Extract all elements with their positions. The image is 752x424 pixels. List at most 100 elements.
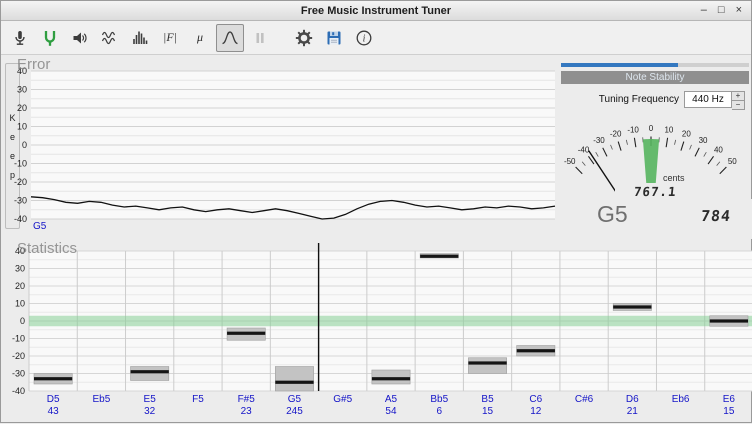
stat-note-label: C6	[512, 394, 560, 405]
gaussian-button[interactable]	[216, 24, 244, 52]
svg-text:-10: -10	[12, 334, 25, 344]
fft-button[interactable]: |F|	[156, 24, 184, 52]
stat-note-count: 21	[608, 406, 656, 417]
svg-text:10: 10	[664, 125, 673, 134]
cents-unit-label: cents	[663, 173, 685, 183]
stat-note-count: 54	[367, 406, 415, 417]
window-title: Free Music Instrument Tuner	[301, 5, 451, 17]
window-controls: – □ ×	[701, 1, 742, 20]
svg-text:-30: -30	[12, 369, 25, 379]
note-stability-header: Note Stability	[561, 71, 749, 84]
stat-note-label: F5	[174, 394, 222, 405]
tuning-frequency-spinbox[interactable]: 440 Hz + −	[684, 91, 745, 108]
svg-text:30: 30	[15, 264, 25, 274]
microphone-icon	[11, 29, 29, 47]
histogram-icon	[131, 29, 149, 47]
error-note-label: G5	[33, 221, 46, 232]
svg-text:20: 20	[15, 281, 25, 291]
settings-button[interactable]	[290, 24, 318, 52]
svg-text:-10: -10	[627, 125, 639, 134]
svg-text:20: 20	[682, 129, 691, 138]
stat-note-label: A5	[367, 394, 415, 405]
svg-text:50: 50	[728, 157, 737, 166]
svg-text:-20: -20	[14, 177, 27, 187]
stat-note-label: E6	[705, 394, 752, 405]
speaker-icon	[71, 29, 89, 47]
stat-note-label: E5	[126, 394, 174, 405]
save-button[interactable]	[320, 24, 348, 52]
stat-note-label: G#5	[319, 394, 367, 405]
error-title: Error	[17, 56, 50, 73]
svg-text:-20: -20	[610, 129, 622, 138]
settings-icon	[295, 29, 313, 47]
speaker-button[interactable]	[66, 24, 94, 52]
svg-text:0: 0	[20, 316, 25, 326]
statistics-title: Statistics	[17, 240, 77, 257]
svg-text:-10: -10	[14, 159, 27, 169]
svg-text:-30: -30	[593, 136, 605, 145]
stability-progress-fill	[561, 63, 678, 67]
close-button[interactable]: ×	[736, 5, 742, 16]
maximize-button[interactable]: □	[718, 5, 725, 16]
stat-note-label: Eb5	[77, 394, 125, 405]
fft-icon: |F|	[163, 30, 177, 45]
svg-text:10: 10	[15, 299, 25, 309]
stat-note-label: C#6	[560, 394, 608, 405]
stat-note-count: 15	[463, 406, 511, 417]
toolbar: |F| μ i	[1, 21, 751, 55]
svg-text:-20: -20	[12, 351, 25, 361]
svg-text:i: i	[363, 33, 366, 44]
stability-progressbar	[561, 63, 749, 67]
error-chart: 403020100-10-20-30-40	[1, 55, 557, 239]
titlebar: Free Music Instrument Tuner – □ ×	[1, 1, 751, 21]
svg-text:-50: -50	[564, 157, 576, 166]
stat-note-count: 23	[222, 406, 270, 417]
gauge-bottom-row: G5 784	[559, 199, 752, 239]
app-window: Free Music Instrument Tuner – □ × |F|μi …	[0, 0, 752, 423]
statistics-panel: Statistics 403020100-10-20-30-40 D543Eb5…	[1, 239, 752, 424]
error-panel: Error 403020100-10-20-30-40 G5	[1, 55, 557, 239]
waveform-button[interactable]	[96, 24, 124, 52]
stat-note-count: 12	[512, 406, 560, 417]
pause-icon	[251, 29, 269, 47]
stat-note-label: G5	[270, 394, 318, 405]
stat-note-count: 245	[270, 406, 318, 417]
target-frequency-display: 784	[700, 207, 732, 225]
waveform-icon	[101, 29, 119, 47]
svg-text:-40: -40	[14, 214, 27, 224]
histogram-button[interactable]	[126, 24, 154, 52]
save-icon	[325, 29, 343, 47]
tuning-frequency-row: Tuning Frequency 440 Hz + −	[559, 91, 745, 108]
about-icon: i	[355, 29, 373, 47]
fmit-logo-icon	[41, 29, 59, 47]
stat-note-count: 43	[29, 406, 77, 417]
svg-text:30: 30	[699, 136, 708, 145]
svg-text:0: 0	[22, 140, 27, 150]
svg-text:-30: -30	[14, 196, 27, 206]
stat-note-label: D6	[608, 394, 656, 405]
mu-icon: μ	[197, 30, 203, 45]
tuning-frequency-value[interactable]: 440 Hz	[684, 91, 732, 108]
stat-note-count: 32	[126, 406, 174, 417]
stat-note-count: 15	[705, 406, 752, 417]
svg-text:-40: -40	[12, 386, 25, 396]
svg-text:-40: -40	[578, 145, 590, 154]
svg-text:0: 0	[649, 124, 654, 133]
fmit-logo-button[interactable]	[36, 24, 64, 52]
note-stability-panel: Note Stability Tuning Frequency 440 Hz +…	[559, 61, 752, 239]
svg-text:30: 30	[17, 85, 27, 95]
stat-note-label: Eb6	[656, 394, 704, 405]
mu-button[interactable]: μ	[186, 24, 214, 52]
microphone-button[interactable]	[6, 24, 34, 52]
stat-note-label: F#5	[222, 394, 270, 405]
about-button[interactable]: i	[350, 24, 378, 52]
minimize-button[interactable]: –	[701, 5, 707, 16]
stat-note-label: B5	[463, 394, 511, 405]
stat-note-label: D5	[29, 394, 77, 405]
pause-button	[246, 24, 274, 52]
gaussian-icon	[221, 29, 239, 47]
stat-note-count: 6	[415, 406, 463, 417]
svg-text:40: 40	[714, 145, 723, 154]
svg-text:10: 10	[17, 122, 27, 132]
tuning-frequency-label: Tuning Frequency	[599, 94, 679, 105]
